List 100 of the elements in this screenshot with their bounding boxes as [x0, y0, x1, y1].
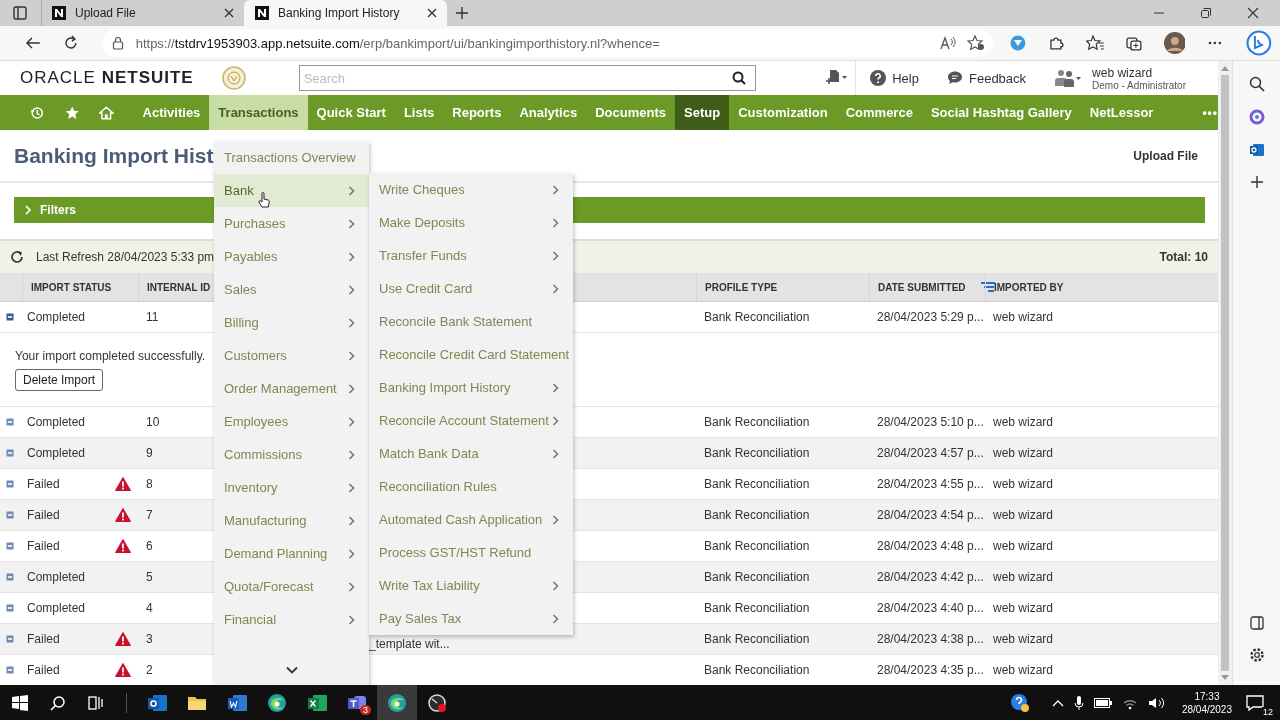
expand-icon[interactable] [6, 313, 14, 321]
column-header[interactable]: IMPORTED BY [994, 281, 1064, 293]
nav-menu-item[interactable]: Commerce [836, 95, 922, 130]
sidebar-panel-icon[interactable] [1249, 616, 1264, 630]
column-header[interactable]: PROFILE TYPE [705, 281, 778, 293]
column-header[interactable]: INTERNAL ID [147, 281, 211, 293]
close-icon[interactable] [224, 8, 234, 18]
new-tab-icon[interactable] [455, 6, 469, 20]
menu-item[interactable]: Write Tax Liability [369, 569, 573, 602]
expand-icon[interactable] [6, 418, 14, 426]
nav-menu-item[interactable]: Setup [675, 95, 730, 130]
menu-item[interactable]: Process GST/HST Refund [369, 536, 573, 569]
menu-item[interactable]: Financial [214, 603, 369, 636]
menu-item[interactable]: Employees [214, 405, 369, 438]
refresh-icon[interactable] [10, 250, 24, 264]
avatar-icon[interactable] [1163, 32, 1186, 54]
outlook-icon[interactable] [1248, 142, 1265, 158]
menu-item[interactable]: Quota/Forecast [214, 570, 369, 603]
user-name[interactable]: web wizard [1092, 65, 1186, 80]
puzzle-icon[interactable] [1048, 35, 1064, 51]
nav-menu-item[interactable]: Customization [729, 95, 837, 130]
menu-item[interactable]: Pay Sales Tax [369, 602, 573, 635]
help-icon[interactable] [1009, 692, 1030, 713]
menu-item[interactable]: Transactions Overview [214, 141, 369, 174]
outlook-icon[interactable] [147, 692, 167, 713]
menu-item[interactable]: Sales [214, 273, 369, 306]
nav-menu-item[interactable]: Activities [133, 95, 210, 130]
menu-item[interactable]: Reconcile Credit Card Statement [369, 338, 573, 371]
menu-item[interactable]: Demand Planning [214, 537, 369, 570]
settings-icon[interactable] [1248, 647, 1265, 663]
menu-item[interactable]: Automated Cash Application [369, 503, 573, 536]
menu-item[interactable]: Reconcile Bank Statement [369, 305, 573, 338]
delete-import-button[interactable]: Delete Import [15, 368, 104, 391]
address-field[interactable]: https://tstdrv1953903.app.netsuite.com/erp/bankimport/ui/bankingimporthistory.nl?whence= [101, 29, 994, 57]
collections-icon[interactable] [1125, 35, 1142, 51]
clock-time[interactable]: 17:33 [1194, 689, 1220, 703]
help-link[interactable]: Help [870, 70, 919, 86]
nav-menu-item[interactable]: Analytics [510, 95, 587, 130]
menu-item[interactable]: Use Credit Card [369, 272, 573, 305]
expand-icon[interactable] [6, 573, 14, 581]
excel-icon[interactable] [307, 692, 327, 713]
expand-icon[interactable] [6, 635, 14, 643]
word-icon[interactable] [227, 692, 247, 713]
menu-item[interactable]: Bank [214, 174, 369, 207]
scroll-down-icon[interactable] [286, 666, 298, 674]
search-field[interactable]: Search [298, 65, 756, 91]
add-icon[interactable] [1249, 175, 1264, 189]
sort-icon[interactable] [979, 281, 996, 293]
menu-item[interactable]: Reconciliation Rules [369, 470, 573, 503]
favorite-add-icon[interactable] [967, 35, 986, 51]
bing-chat-icon[interactable] [1246, 30, 1272, 56]
reload-icon[interactable] [62, 35, 79, 51]
menu-item[interactable]: Order Management [214, 372, 369, 405]
more-menu[interactable]: ••• [1202, 105, 1218, 120]
search-icon[interactable] [1248, 76, 1265, 92]
menu-item[interactable]: Commissions [214, 438, 369, 471]
edge-icon[interactable] [267, 692, 287, 713]
nav-menu-item[interactable]: Reports [443, 95, 511, 130]
column-header[interactable]: IMPORT STATUS [31, 281, 112, 293]
windows-start-icon[interactable] [12, 694, 28, 711]
volume-icon[interactable] [1147, 695, 1166, 710]
favorites-icon[interactable] [1085, 35, 1104, 51]
nav-menu-item[interactable]: Quick Start [307, 95, 395, 130]
search-icon[interactable] [731, 71, 746, 85]
create-new-icon[interactable] [825, 69, 848, 87]
upload-file-link[interactable]: Upload File [1133, 148, 1198, 163]
back-icon[interactable] [25, 35, 41, 51]
menu-item[interactable]: Banking Import History [369, 371, 573, 404]
menu-item[interactable]: Payables [214, 240, 369, 273]
search-icon[interactable] [50, 694, 66, 711]
recorder-icon[interactable] [427, 692, 447, 713]
netsuite-logo[interactable]: ORACLE NETSUITE [20, 68, 194, 88]
battery-icon[interactable] [1093, 697, 1112, 708]
microphone-icon[interactable] [1073, 694, 1084, 711]
feedback-link[interactable]: Feedback [947, 70, 1027, 86]
browser-tab[interactable]: Banking Import History [244, 0, 447, 26]
close-icon[interactable] [427, 8, 437, 18]
expand-icon[interactable] [6, 604, 14, 612]
clock-date[interactable]: 28/04/2023 [1181, 702, 1232, 716]
column-header[interactable]: DATE SUBMITTED [878, 281, 966, 293]
nav-menu-item[interactable]: Documents [586, 95, 675, 130]
expand-icon[interactable] [6, 511, 14, 519]
nav-menu-item[interactable]: NetLessor [1080, 95, 1163, 130]
expand-icon[interactable] [6, 449, 14, 457]
chevron-up-icon[interactable] [1051, 698, 1064, 707]
menu-item[interactable]: Manufacturing [214, 504, 369, 537]
menu-item[interactable]: Reconcile Account Statement [369, 404, 573, 437]
expand-icon[interactable] [6, 480, 14, 488]
nav-menu-item[interactable]: Lists [394, 95, 444, 130]
edge-icon[interactable] [387, 692, 407, 713]
tab-actions-icon[interactable] [12, 5, 28, 21]
expand-icon[interactable] [6, 666, 14, 674]
restore-icon[interactable] [1200, 7, 1212, 19]
menu-item[interactable]: Inventory [214, 471, 369, 504]
read-aloud-icon[interactable] [939, 35, 958, 51]
menu-item[interactable]: Billing [214, 306, 369, 339]
menu-item[interactable]: Transfer Funds [369, 239, 573, 272]
users-icon[interactable] [1054, 68, 1083, 88]
task-view-icon[interactable] [88, 694, 104, 711]
menu-item[interactable]: Match Bank Data [369, 437, 573, 470]
